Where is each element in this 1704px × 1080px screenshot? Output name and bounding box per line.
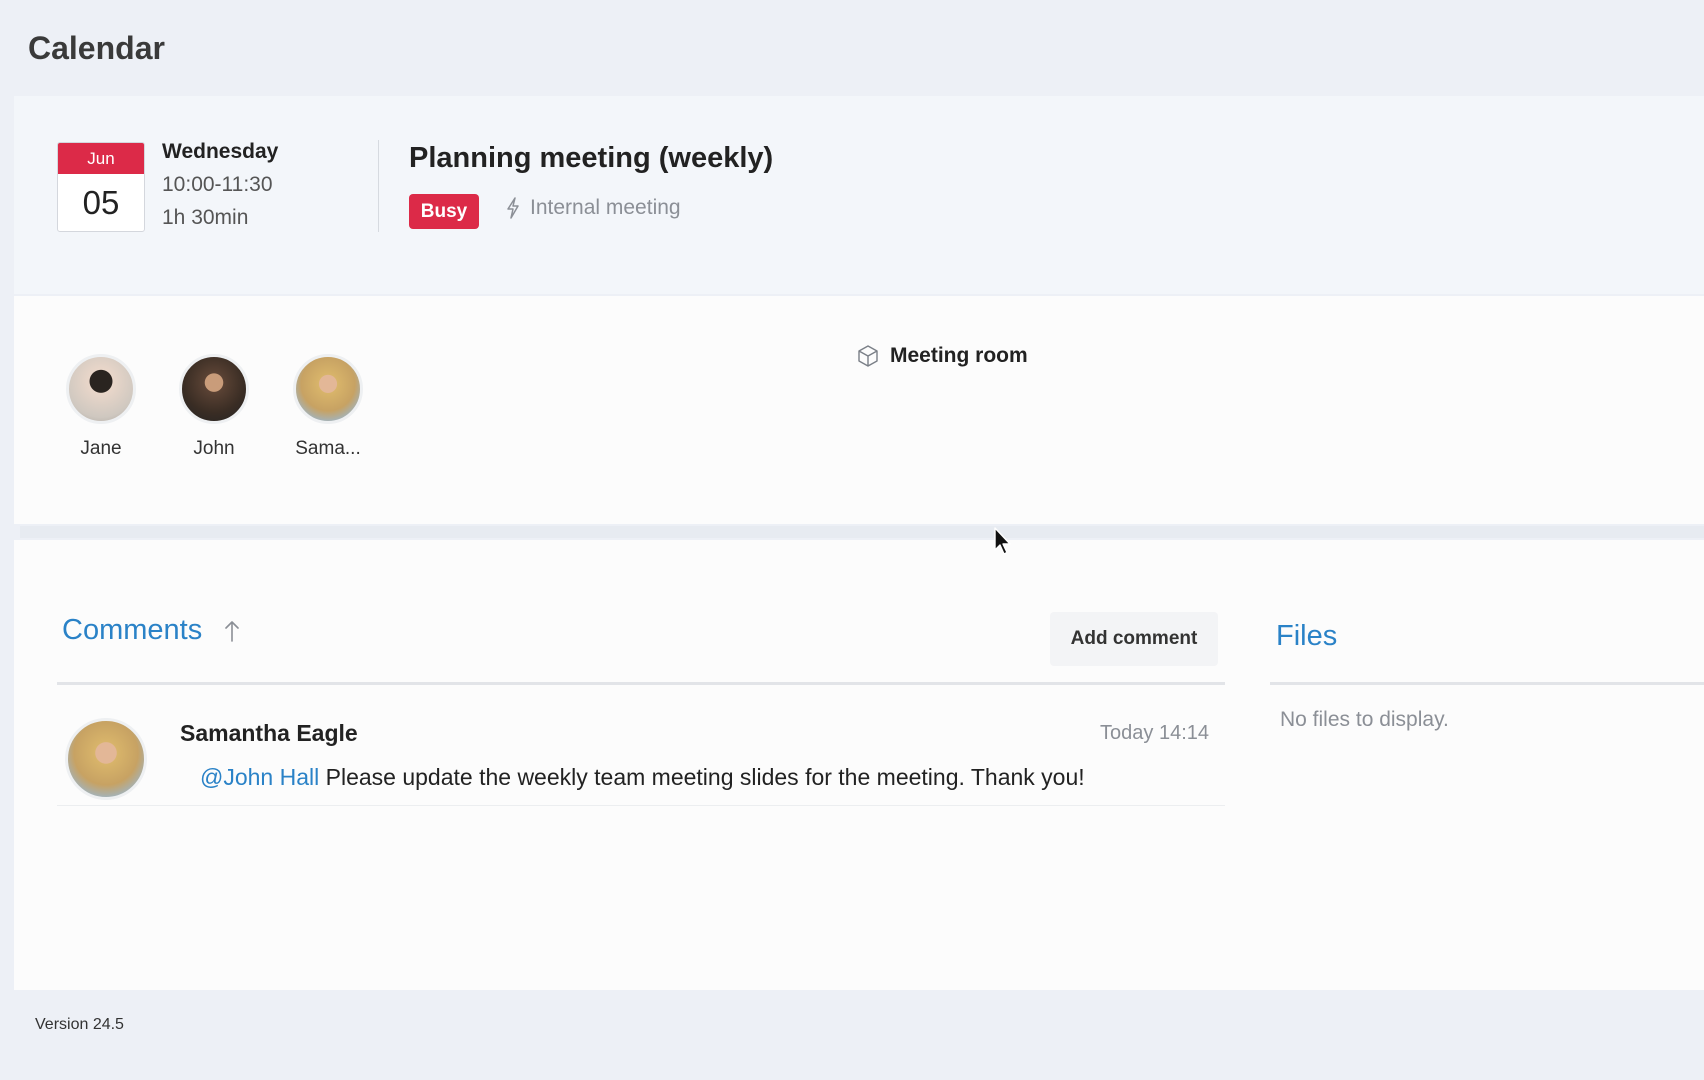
comment-author: Samantha Eagle [180,720,358,746]
page-title: Calendar [28,30,165,66]
comment-body: Please update the weekly team meeting sl… [319,764,1085,790]
version-label: Version 24.5 [35,1016,124,1033]
event-weekday: Wednesday [162,140,279,163]
files-title: Files [1276,620,1338,652]
comment-text: @John Hall Please update the weekly team… [200,764,1085,791]
comments-header: Comments [62,614,240,647]
comment-timestamp: Today 14:14 [1100,722,1209,744]
meeting-type: Internal meeting [506,196,681,220]
attendees-panel: Jane John Sama... Meeting room [14,296,1704,524]
attendee-samantha[interactable]: Sama... [283,354,373,460]
avatar [65,718,147,800]
attendee-jane[interactable]: Jane [56,354,146,460]
event-location: Meeting room [856,344,1028,368]
event-title: Planning meeting (weekly) [409,142,774,174]
avatar [66,354,136,424]
attendee-name: Sama... [295,438,361,459]
attendee-john[interactable]: John [169,354,259,460]
location-label: Meeting room [890,344,1028,367]
date-badge: Jun 05 [57,142,145,232]
comments-divider [57,682,1225,685]
comments-title: Comments [62,614,203,646]
avatar [179,354,249,424]
header-divider [378,140,379,232]
event-duration: 1h 30min [162,206,249,229]
event-header: Jun 05 Wednesday 10:00-11:30 1h 30min Pl… [14,96,1704,294]
avatar [293,354,363,424]
date-day: 05 [82,184,120,221]
event-time-range: 10:00-11:30 [162,173,273,196]
files-divider [1270,682,1704,685]
event-time-info: Wednesday 10:00-11:30 1h 30min [162,140,278,230]
files-empty-state: No files to display. [1280,708,1449,731]
add-comment-button[interactable]: Add comment [1050,612,1218,666]
list-item: Samantha Eagle Today 14:14 @John Hall Pl… [57,690,1225,806]
date-month: Jun [58,143,144,174]
section-divider [20,526,1704,538]
attendee-name: John [193,438,235,459]
status-badge: Busy [409,194,479,229]
arrow-up-icon[interactable] [224,619,240,643]
mention-link[interactable]: @John Hall [200,764,319,790]
meeting-type-label: Internal meeting [530,196,681,219]
cube-icon [858,345,878,367]
attendee-name: Jane [80,438,122,459]
details-panel: Comments Add comment Samantha Eagle Toda… [14,540,1704,990]
mouse-cursor-icon [994,527,1011,555]
lightning-icon [507,197,519,219]
